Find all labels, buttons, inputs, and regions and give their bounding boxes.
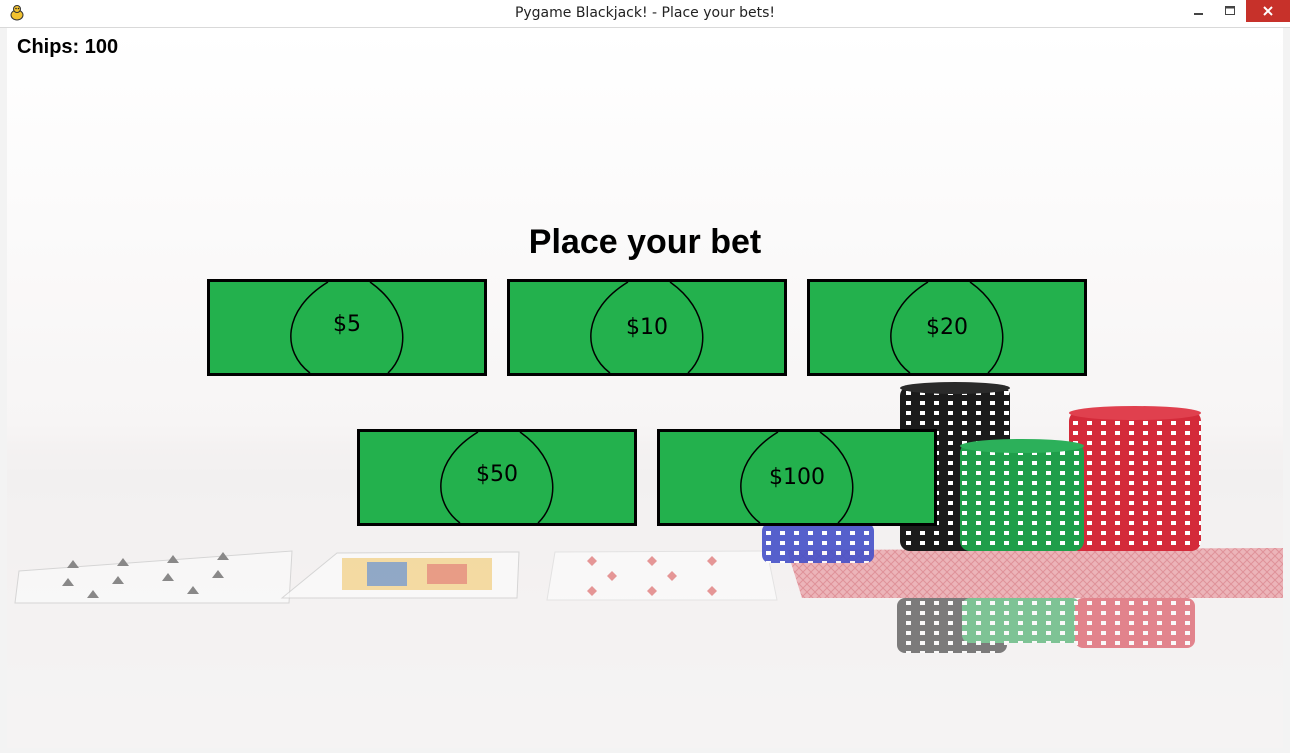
maximize-button[interactable]	[1215, 0, 1245, 22]
place-bet-heading: Place your bet	[528, 223, 762, 261]
chip-stack-red	[1069, 406, 1201, 551]
bet-label: $50	[476, 462, 518, 487]
bet-label: $20	[926, 315, 968, 340]
bet-label: $100	[769, 465, 825, 490]
card-diamonds	[546, 550, 778, 601]
title-bar[interactable]: Pygame Blackjack! - Place your bets!	[0, 0, 1290, 28]
close-button[interactable]	[1246, 0, 1290, 22]
chip-stack-blue	[762, 523, 874, 563]
bet-button-5[interactable]: $5	[207, 279, 487, 376]
bet-button-100[interactable]: $100	[657, 429, 937, 526]
bet-button-10[interactable]: $10	[507, 279, 787, 376]
bet-label: $5	[333, 312, 361, 337]
bet-label: $10	[626, 315, 668, 340]
window-title: Pygame Blackjack! - Place your bets!	[514, 5, 776, 21]
game-window: Pygame Blackjack! - Place your bets! Chi…	[0, 0, 1290, 753]
game-canvas: Chips: 100 Place your bet $5 $10 $20 $50	[7, 28, 1283, 748]
maximize-icon	[1225, 6, 1235, 15]
chip-stack-green	[960, 439, 1084, 551]
minimize-icon	[1194, 13, 1203, 15]
chips-counter: Chips: 100	[17, 36, 119, 58]
minimize-button[interactable]	[1184, 0, 1214, 22]
bet-button-50[interactable]: $50	[357, 429, 637, 526]
casino-background	[7, 382, 1283, 748]
close-icon	[1263, 6, 1273, 16]
bet-button-20[interactable]: $20	[807, 279, 1087, 376]
